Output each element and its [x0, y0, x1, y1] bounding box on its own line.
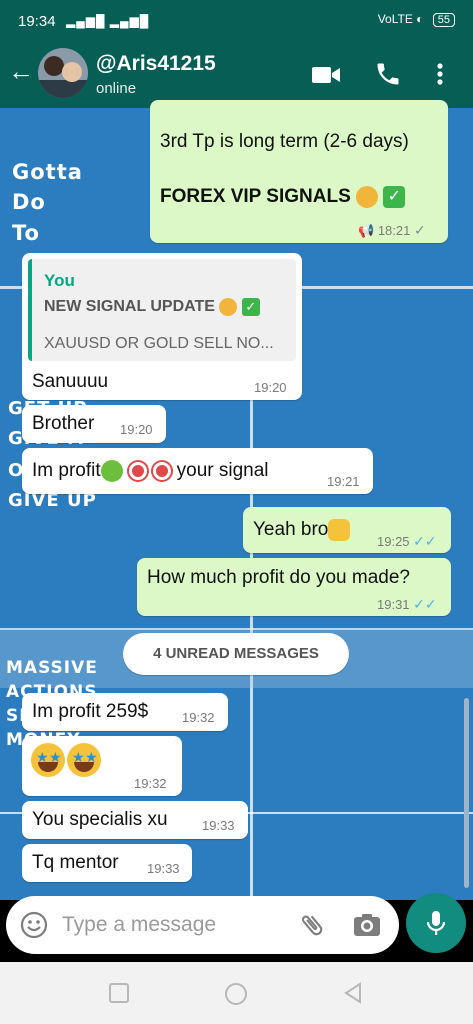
emoji-icon[interactable] — [20, 911, 48, 944]
message-time: 19:25 ✓✓ — [377, 533, 437, 549]
message-text: Tq mentor — [32, 852, 119, 873]
message-bubble-incoming[interactable]: Im profit 259$ 19:32 — [22, 693, 228, 731]
signal-icon: ▂▄▆█ ▂▄▆█ — [66, 14, 150, 28]
double-tick-icon: ✓✓ — [413, 533, 437, 549]
attach-icon[interactable] — [298, 911, 326, 944]
wallpaper-text: Do — [12, 190, 46, 214]
thumbs-up-emoji-icon — [328, 519, 351, 541]
message-text: Im profit 259$ — [32, 701, 149, 722]
message-time: 19:33 — [202, 818, 235, 833]
target-emoji-icon — [152, 462, 171, 480]
teacher-emoji-icon — [219, 298, 238, 316]
message-text: FOREX VIP SIGNALS ✓ — [160, 186, 406, 208]
quote-author: You — [44, 271, 75, 290]
message-bubble-incoming[interactable]: Tq mentor 19:33 — [22, 844, 192, 882]
video-call-icon[interactable] — [311, 64, 341, 91]
message-time: 19:21 — [327, 474, 360, 489]
message-composer[interactable] — [6, 896, 399, 954]
camera-icon[interactable] — [352, 911, 382, 944]
status-bar: 19:34 ▂▄▆█ ▂▄▆█ VoLTE ◐ 55 — [0, 0, 473, 40]
message-time: 19:20 — [254, 380, 287, 395]
message-input[interactable] — [62, 908, 282, 942]
status-time: 19:34 — [18, 13, 56, 30]
wallpaper-text: To — [12, 221, 40, 245]
message-bubble-incoming[interactable]: Im profit your signal 19:21 — [22, 448, 373, 494]
contact-status: online — [96, 80, 137, 97]
message-bubble-outgoing[interactable]: 3rd Tp is long term (2-6 days) FOREX VIP… — [150, 100, 448, 243]
message-bubble-incoming[interactable]: You NEW SIGNAL UPDATE ✓ XAUUSD OR GOLD S… — [22, 253, 302, 400]
message-time: 19:33 — [147, 861, 180, 876]
input-bar — [0, 893, 473, 962]
message-text: How much profit do you made? — [147, 567, 410, 588]
message-text: Brother — [32, 413, 95, 434]
message-time: 📢 18:21 ✓ — [358, 222, 426, 238]
contact-name[interactable]: @Aris41215 — [96, 52, 216, 76]
status-right: VoLTE ◐ 55 — [378, 12, 455, 27]
message-time: 19:32 — [182, 710, 215, 725]
quote-title: NEW SIGNAL UPDATE ✓ — [44, 298, 260, 316]
double-tick-icon: ✓✓ — [413, 596, 437, 612]
chat-header: ← @Aris41215 online — [0, 40, 473, 108]
wallpaper-text: Gotta — [12, 160, 83, 184]
back-nav-icon[interactable] — [342, 982, 364, 1009]
message-emoji: ★ ★ ★ ★ — [31, 743, 103, 777]
message-text: Im profit your signal — [32, 460, 269, 482]
message-text: Yeah bro — [253, 519, 351, 541]
system-nav-bar — [0, 962, 473, 1024]
money-face-emoji-icon — [100, 460, 123, 482]
home-icon[interactable] — [224, 982, 248, 1011]
more-options-icon[interactable] — [436, 62, 444, 91]
mic-icon — [426, 911, 446, 935]
mic-button[interactable] — [406, 893, 466, 953]
teacher-emoji-icon — [356, 186, 379, 208]
wallpaper-text: MASSIVE — [6, 658, 98, 678]
message-time: 19:20 — [120, 422, 153, 437]
back-arrow-icon[interactable]: ← — [8, 58, 34, 84]
megaphone-icon: 📢 — [358, 223, 375, 238]
voice-call-icon[interactable] — [374, 60, 402, 93]
message-bubble-incoming[interactable]: ★ ★ ★ ★ 19:32 — [22, 736, 182, 796]
quote-text: XAUUSD OR GOLD SELL NO... — [44, 335, 274, 352]
single-tick-icon: ✓ — [413, 222, 426, 238]
star-struck-emoji-icon: ★ ★ — [31, 743, 65, 777]
check-mark-emoji-icon: ✓ — [383, 186, 406, 208]
message-bubble-incoming[interactable]: You specialis xu 19:33 — [22, 801, 248, 839]
recent-apps-icon[interactable] — [108, 982, 130, 1009]
quoted-message[interactable]: You NEW SIGNAL UPDATE ✓ XAUUSD OR GOLD S… — [28, 259, 296, 361]
message-time: 19:32 — [134, 776, 167, 791]
message-bubble-incoming[interactable]: Brother 19:20 — [22, 405, 166, 443]
battery-icon: 55 — [432, 13, 455, 27]
message-bubble-outgoing[interactable]: Yeah bro 19:25 ✓✓ — [243, 507, 451, 553]
message-text: Sanuuuu — [32, 371, 109, 392]
message-bubble-outgoing[interactable]: How much profit do you made? 19:31 ✓✓ — [137, 558, 451, 616]
avatar[interactable] — [38, 48, 88, 98]
unread-messages-banner: 4 UNREAD MESSAGES — [123, 633, 349, 675]
check-mark-emoji-icon: ✓ — [241, 298, 260, 316]
chat-scrollbar[interactable] — [464, 698, 469, 888]
message-text: 3rd Tp is long term (2-6 days) — [160, 131, 409, 152]
message-text: You specialis xu — [32, 809, 168, 830]
star-struck-emoji-icon: ★ ★ — [67, 743, 101, 777]
message-time: 19:31 ✓✓ — [377, 596, 437, 612]
target-emoji-icon — [128, 462, 147, 480]
volte-indicator: VoLTE ◐ — [377, 12, 424, 26]
